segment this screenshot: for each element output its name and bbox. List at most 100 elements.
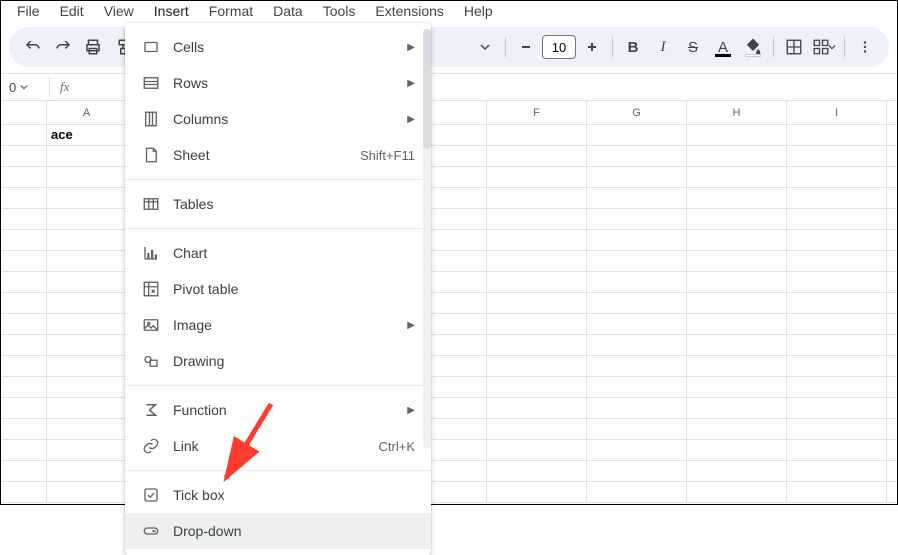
cell[interactable] [47,482,127,502]
cell[interactable] [787,125,887,145]
cell[interactable] [587,209,687,229]
cell[interactable] [487,314,587,334]
bold-button[interactable]: B [619,33,647,61]
menu-item-pivot[interactable]: Pivot table [125,271,431,307]
row-header[interactable] [1,482,47,502]
cell[interactable] [487,272,587,292]
menu-item-chart[interactable]: Chart [125,235,431,271]
cell[interactable] [587,230,687,250]
menu-item-dropdown[interactable]: Drop-down [125,513,431,549]
cell[interactable] [687,167,787,187]
font-size-increase[interactable] [578,33,606,61]
cell[interactable] [787,188,887,208]
cell[interactable] [687,398,787,418]
menu-insert[interactable]: Insert [144,3,199,19]
menu-scrollbar[interactable] [423,29,431,449]
row-header[interactable] [1,272,47,292]
cell[interactable] [487,167,587,187]
cell[interactable] [687,482,787,502]
menu-help[interactable]: Help [454,3,503,19]
cell[interactable] [587,419,687,439]
col-header-a[interactable]: A [47,101,127,124]
cell[interactable] [487,356,587,376]
cell[interactable] [487,209,587,229]
cell[interactable] [787,314,887,334]
cell[interactable] [787,335,887,355]
cell[interactable] [787,356,887,376]
cell[interactable] [587,398,687,418]
print-button[interactable] [79,33,107,61]
cell[interactable] [687,440,787,460]
cell[interactable] [787,167,887,187]
cell[interactable] [687,209,787,229]
cell[interactable] [687,377,787,397]
cell[interactable] [47,146,127,166]
cell[interactable] [787,440,887,460]
undo-button[interactable] [19,33,47,61]
col-header-g[interactable]: G [587,101,687,124]
cell[interactable] [487,482,587,502]
row-header[interactable] [1,125,47,145]
menu-item-function[interactable]: Function▶ [125,392,431,428]
menu-item-cells[interactable]: Cells▶ [125,29,431,65]
row-header[interactable] [1,377,47,397]
cell[interactable] [487,461,587,481]
font-size-decrease[interactable] [512,33,540,61]
cell[interactable] [587,188,687,208]
cell[interactable] [587,125,687,145]
row-header[interactable] [1,188,47,208]
row-header[interactable] [1,293,47,313]
cell[interactable] [687,125,787,145]
cell[interactable] [487,440,587,460]
cell[interactable] [587,461,687,481]
cell[interactable] [787,272,887,292]
cell[interactable] [487,125,587,145]
cell[interactable] [787,293,887,313]
cell[interactable] [587,272,687,292]
cell[interactable] [787,419,887,439]
menu-extensions[interactable]: Extensions [365,3,453,19]
font-size-input[interactable] [542,35,576,59]
cell[interactable] [47,230,127,250]
cell[interactable] [687,251,787,271]
menu-item-link[interactable]: LinkCtrl+K [125,428,431,464]
cell[interactable] [487,188,587,208]
row-header[interactable] [1,251,47,271]
strikethrough-button[interactable]: S [679,33,707,61]
redo-button[interactable] [49,33,77,61]
cell[interactable] [787,209,887,229]
cell[interactable] [587,293,687,313]
cell[interactable] [687,461,787,481]
cell[interactable] [787,377,887,397]
row-header[interactable] [1,167,47,187]
cell[interactable] [47,251,127,271]
menu-item-image[interactable]: Image▶ [125,307,431,343]
cell[interactable] [47,335,127,355]
menu-item-sheet[interactable]: SheetShift+F11 [125,137,431,173]
cell[interactable] [487,419,587,439]
cell[interactable] [787,398,887,418]
row-header[interactable] [1,356,47,376]
cell[interactable] [47,314,127,334]
cell[interactable] [487,146,587,166]
cell[interactable] [687,188,787,208]
cell[interactable] [47,398,127,418]
merge-button[interactable] [810,33,838,61]
menu-data[interactable]: Data [263,3,313,19]
cell[interactable] [47,377,127,397]
cell[interactable] [487,335,587,355]
select-all-corner[interactable] [1,101,47,124]
row-header[interactable] [1,146,47,166]
name-box[interactable]: 0 [1,80,49,95]
cell[interactable] [587,335,687,355]
row-header[interactable] [1,209,47,229]
row-header[interactable] [1,398,47,418]
row-header[interactable] [1,419,47,439]
cell[interactable] [47,167,127,187]
cell[interactable] [587,167,687,187]
cell[interactable] [787,461,887,481]
cell[interactable] [47,440,127,460]
text-color-button[interactable]: A [709,33,737,61]
cell[interactable] [587,314,687,334]
cell[interactable] [47,293,127,313]
